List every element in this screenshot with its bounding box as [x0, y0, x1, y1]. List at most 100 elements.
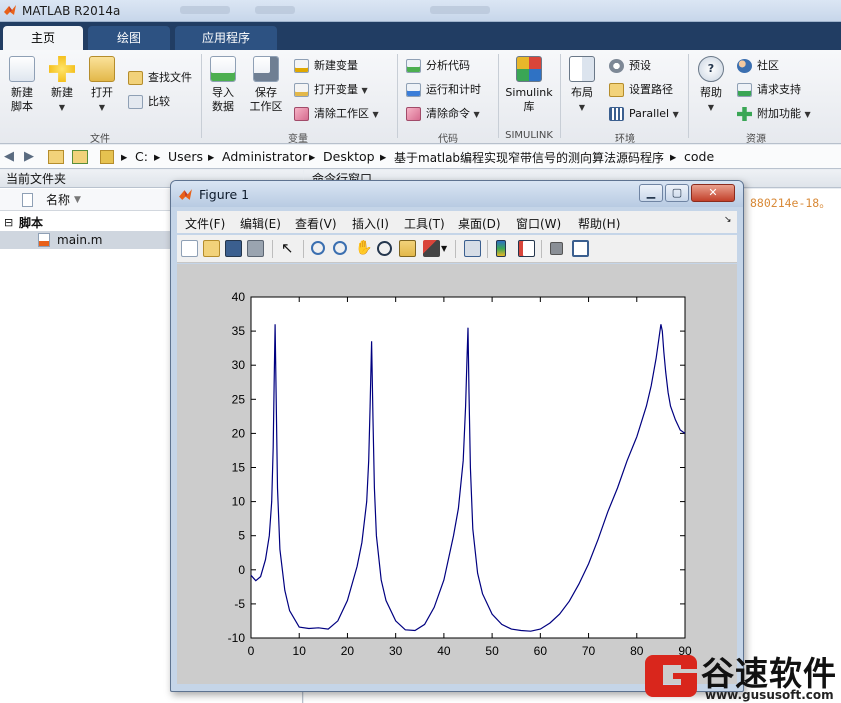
- figure-menu-bar: 文件(F) 编辑(E) 查看(V) 插入(I) 工具(T) 桌面(D) 窗口(W…: [177, 211, 737, 233]
- sort-arrow-icon: ▼: [74, 195, 81, 205]
- menu-edit[interactable]: 编辑(E): [240, 215, 281, 232]
- y-tick-label: 40: [232, 290, 246, 304]
- hide-plot-tools-icon[interactable]: [550, 242, 563, 255]
- y-tick-label: 35: [232, 324, 246, 338]
- save-icon[interactable]: [225, 240, 242, 257]
- eraser-icon: [406, 107, 421, 121]
- menu-view[interactable]: 查看(V): [295, 215, 337, 232]
- x-tick-label: 10: [293, 644, 307, 658]
- request-support-button[interactable]: 请求支持: [737, 81, 801, 99]
- set-path-button[interactable]: 设置路径: [609, 81, 673, 99]
- menu-help[interactable]: 帮助(H): [578, 215, 620, 232]
- run-and-time-button[interactable]: 运行和计时: [406, 81, 481, 99]
- menu-insert[interactable]: 插入(I): [352, 215, 389, 232]
- new-variable-icon: [294, 59, 309, 73]
- breadcrumb-separator: ▸: [309, 149, 316, 164]
- link-icon[interactable]: [464, 240, 481, 257]
- group-divider: [201, 54, 202, 138]
- tab-apps[interactable]: 应用程序: [175, 26, 277, 50]
- back-arrow-icon[interactable]: ◀: [4, 149, 14, 164]
- clear-workspace-button[interactable]: 清除工作区 ▼: [294, 105, 379, 123]
- simulink-library-button[interactable]: Simulink 库: [504, 56, 554, 114]
- new-script-icon: [9, 56, 35, 82]
- save-workspace-button[interactable]: 保存 工作区: [247, 56, 285, 114]
- parallel-button[interactable]: Parallel ▼: [609, 105, 679, 123]
- breadcrumb-item[interactable]: 基于matlab编程实现窄带信号的测向算法源码程序: [394, 149, 664, 166]
- breadcrumb-item[interactable]: Users: [168, 149, 203, 164]
- analyze-code-button[interactable]: 分析代码: [406, 57, 470, 75]
- zoom-in-icon[interactable]: [311, 241, 325, 255]
- layout-icon: [569, 56, 595, 82]
- plus-icon: [49, 56, 75, 82]
- data-cursor-icon[interactable]: [399, 240, 416, 257]
- breadcrumb-item[interactable]: Desktop: [323, 149, 375, 164]
- preferences-button[interactable]: 预设: [609, 57, 651, 75]
- compare-icon: [128, 95, 143, 109]
- figure-canvas[interactable]: 0 10 20 30 40 50 60 70 80 90 -10 -5 0 5 10 15 20 25 30 35 40: [177, 264, 737, 684]
- clear-commands-button[interactable]: 清除命令 ▼: [406, 105, 480, 123]
- breadcrumb-separator: ▸: [121, 149, 128, 164]
- browse-folder-icon[interactable]: [72, 150, 88, 164]
- legend-icon[interactable]: [518, 240, 535, 257]
- print-icon[interactable]: [247, 240, 264, 257]
- menu-window[interactable]: 窗口(W): [516, 215, 561, 232]
- minimize-button[interactable]: ▁: [639, 184, 663, 202]
- colorbar-icon[interactable]: [496, 240, 506, 257]
- menu-tools[interactable]: 工具(T): [404, 215, 445, 232]
- find-files-button[interactable]: 查找文件: [128, 69, 192, 87]
- y-tick-label: 30: [232, 358, 246, 372]
- group-divider: [498, 54, 499, 138]
- open-button[interactable]: 打开 ▼: [86, 56, 118, 115]
- open-icon[interactable]: [203, 240, 220, 257]
- dock-arrow-icon[interactable]: ↘: [724, 215, 732, 225]
- new-button[interactable]: 新建 ▼: [46, 56, 78, 115]
- watermark: 谷速软件 www.gususoft.com: [643, 645, 841, 703]
- blurred-toolbar-item: [430, 6, 490, 14]
- dropdown-caret-icon[interactable]: ▼: [441, 240, 449, 257]
- pan-icon[interactable]: ✋: [355, 240, 372, 257]
- help-button[interactable]: ? 帮助 ▼: [696, 56, 726, 115]
- line-chart[interactable]: 0 10 20 30 40 50 60 70 80 90-10-50510152025303540: [177, 264, 737, 684]
- group-label-file: 文件: [90, 134, 110, 145]
- up-folder-icon[interactable]: [48, 150, 64, 164]
- breadcrumb-item[interactable]: code: [684, 149, 714, 164]
- show-plot-tools-icon[interactable]: [572, 240, 589, 257]
- file-name: main.m: [57, 233, 103, 247]
- group-label-variable: 变量: [288, 134, 308, 145]
- window-title: MATLAB R2014a: [22, 4, 121, 18]
- rotate-icon[interactable]: [377, 241, 392, 256]
- community-button[interactable]: 社区: [737, 57, 779, 75]
- breadcrumb-item[interactable]: Administrator: [222, 149, 307, 164]
- forward-arrow-icon[interactable]: ▶: [24, 149, 34, 164]
- maximize-button[interactable]: ▢: [665, 184, 689, 202]
- address-bar: ◀ ▶ ▸ C: ▸ Users ▸ Administrator ▸ Deskt…: [0, 145, 841, 169]
- new-figure-icon[interactable]: [181, 240, 198, 257]
- layout-button[interactable]: 布局 ▼: [566, 56, 598, 115]
- compare-button[interactable]: 比较: [128, 93, 170, 111]
- add-ons-button[interactable]: 附加功能 ▼: [737, 105, 811, 123]
- ribbon-tab-strip: 主页 绘图 应用程序: [0, 22, 841, 50]
- menu-desktop[interactable]: 桌面(D): [458, 215, 501, 232]
- new-script-button[interactable]: 新建 脚本: [6, 56, 38, 114]
- open-variable-icon: [294, 83, 309, 97]
- open-variable-button[interactable]: 打开变量 ▼: [294, 81, 368, 99]
- tab-plots[interactable]: 绘图: [88, 26, 170, 50]
- plus-icon: [737, 107, 752, 121]
- blurred-toolbar-item: [180, 6, 230, 14]
- new-variable-button[interactable]: 新建变量: [294, 57, 358, 75]
- breadcrumb-item[interactable]: C:: [135, 149, 148, 164]
- import-data-button[interactable]: 导入 数据: [207, 56, 239, 114]
- pointer-icon[interactable]: ↖: [281, 240, 298, 257]
- close-button[interactable]: ✕: [691, 184, 735, 202]
- y-tick-label: 15: [232, 461, 246, 475]
- figure-title: Figure 1: [199, 187, 250, 202]
- x-tick-label: 0: [248, 644, 255, 658]
- zoom-out-icon[interactable]: [333, 241, 347, 255]
- collapse-icon[interactable]: ⊟: [4, 214, 13, 232]
- figure-window[interactable]: Figure 1 ▁ ▢ ✕ 文件(F) 编辑(E) 查看(V) 插入(I) 工…: [170, 180, 744, 692]
- menu-file[interactable]: 文件(F): [185, 215, 225, 232]
- brush-icon[interactable]: [423, 240, 440, 257]
- breadcrumb-separator: ▸: [154, 149, 161, 164]
- tab-home[interactable]: 主页: [3, 26, 83, 50]
- figure-title-bar[interactable]: Figure 1 ▁ ▢ ✕: [171, 181, 743, 207]
